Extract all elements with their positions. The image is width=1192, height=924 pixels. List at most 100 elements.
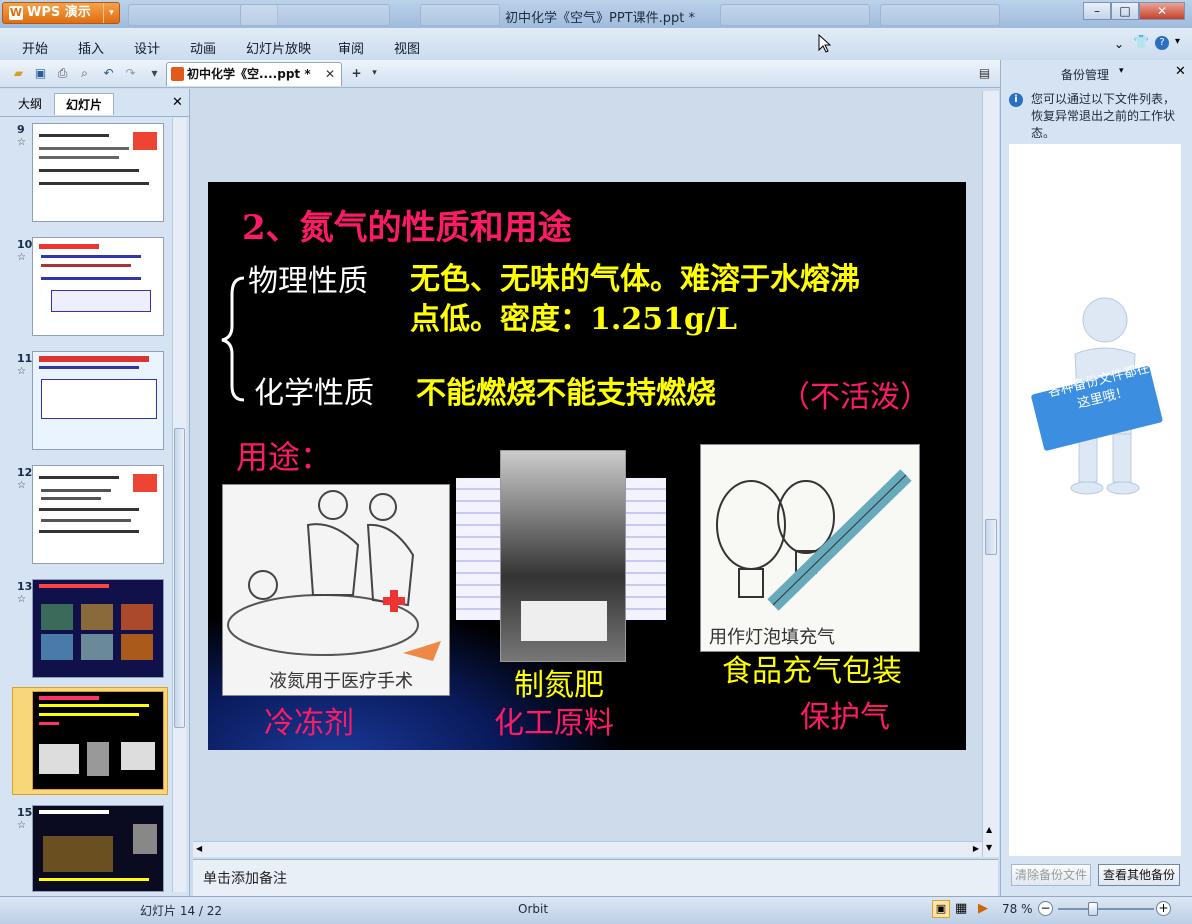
maximize-button[interactable]: □ <box>1111 2 1139 20</box>
menu-slideshow[interactable]: 幻灯片放映 <box>246 38 311 57</box>
chevron-down-icon: ▾ <box>103 3 119 23</box>
background-window-tab <box>880 4 1000 26</box>
tab-slides[interactable]: 幻灯片 <box>54 93 114 115</box>
wps-app-menu-button[interactable]: W WPS 演示 ▾ <box>2 2 120 24</box>
zoom-level: 78 % <box>1002 902 1033 916</box>
background-window-tab <box>240 4 390 26</box>
animation-star-icon: ☆ <box>17 820 26 831</box>
use-3a: 食品充气包装 <box>722 654 902 689</box>
zoom-out-icon[interactable]: − <box>1038 901 1053 916</box>
slide-canvas[interactable]: 2、氮气的性质和用途 物理性质 无色、无味的气体。难溶于水熔沸 点低。密度：1.… <box>208 182 966 750</box>
animation-star-icon: ☆ <box>17 137 26 148</box>
help-icon[interactable]: ? <box>1155 36 1169 50</box>
chevron-left-icon[interactable]: ◀ <box>196 844 202 853</box>
bulbs-illustration <box>716 469 912 611</box>
collapse-ribbon-icon[interactable]: ⌄ <box>1114 37 1124 51</box>
clear-backup-button[interactable]: 清除备份文件 <box>1011 864 1091 886</box>
chevron-right-icon[interactable]: ▶ <box>973 844 979 853</box>
use-label: 用途： <box>236 438 333 476</box>
notes-pane[interactable]: 单击添加备注 <box>193 859 998 896</box>
chevron-down-icon[interactable]: ▾ <box>1175 36 1180 47</box>
chevron-down-icon[interactable]: ▼ <box>986 843 992 852</box>
slide-thumbnail-10[interactable] <box>32 237 164 336</box>
slide-title: 2、氮气的性质和用途 <box>242 208 572 248</box>
menu-bar: 开始 插入 设计 动画 幻灯片放映 审阅 视图 ⌄ 👕 ? ▾ <box>0 28 1192 60</box>
theme-name: Orbit <box>518 902 549 916</box>
backup-file-list[interactable]: 各种备份文件都在这里哦！ <box>1009 144 1181 856</box>
backup-info-text: 您可以通过以下文件列表，恢复异常退出之前的工作状态。 <box>1031 92 1176 140</box>
scroll-thumb[interactable] <box>174 428 185 728</box>
print-icon[interactable]: ⎙ <box>54 65 71 82</box>
zoom-slider[interactable] <box>1058 908 1154 910</box>
zoom-slider-thumb[interactable] <box>1088 902 1098 916</box>
phys-label: 物理性质 <box>248 264 368 299</box>
chevron-up-icon[interactable]: ▲ <box>986 825 992 834</box>
app-name: WPS 演示 <box>27 5 91 20</box>
skin-icon[interactable]: 👕 <box>1133 35 1149 50</box>
close-panel-icon[interactable]: ✕ <box>1175 64 1186 79</box>
surgery-illustration <box>227 490 441 661</box>
menu-view[interactable]: 视图 <box>394 38 420 57</box>
mouse-cursor-icon <box>818 34 832 53</box>
view-other-backups-button[interactable]: 查看其他备份 <box>1098 864 1180 886</box>
use-1: 冷冻剂 <box>264 706 354 741</box>
editor-vertical-scrollbar[interactable]: ▲ ▼ <box>982 91 999 857</box>
close-window-button[interactable]: ✕ <box>1139 2 1185 20</box>
info-icon: i <box>1009 93 1023 107</box>
thumb-number: 15 <box>17 806 33 819</box>
divider <box>0 116 190 117</box>
slide-thumbnail-9[interactable] <box>32 123 164 222</box>
slide-thumbnail-13[interactable] <box>32 579 164 678</box>
close-tab-icon[interactable]: ✕ <box>325 63 335 85</box>
chevron-down-icon[interactable]: ▾ <box>1119 66 1124 76</box>
wps-logo-icon: W <box>9 6 23 20</box>
scroll-thumb[interactable] <box>985 519 997 555</box>
tab-outline[interactable]: 大纲 <box>8 93 52 115</box>
save-icon[interactable]: ▣ <box>32 65 49 82</box>
customize-toolbar-icon[interactable]: ▾ <box>146 65 163 82</box>
print-preview-icon[interactable]: ⌕ <box>76 65 93 82</box>
thumb-number: 11 <box>17 352 33 365</box>
slide-sorter-icon[interactable]: ▦ <box>955 901 967 916</box>
notes-placeholder: 单击添加备注 <box>203 871 287 887</box>
undo-icon[interactable]: ↶ <box>100 65 117 82</box>
slide-thumbnail-15[interactable] <box>32 805 164 892</box>
menu-home[interactable]: 开始 <box>22 38 48 57</box>
doc-tab-label: 初中化学《空....ppt * <box>187 67 311 81</box>
layout-toggle-icon[interactable]: ▤ <box>976 65 993 82</box>
presentation-icon <box>171 67 184 81</box>
zoom-in-icon[interactable]: + <box>1156 901 1171 916</box>
slide-thumbnail-14[interactable] <box>32 691 164 790</box>
redo-icon[interactable]: ↷ <box>122 65 139 82</box>
menu-insert[interactable]: 插入 <box>78 38 104 57</box>
animation-star-icon: ☆ <box>17 366 26 377</box>
status-bar: 幻灯片 14 / 22 Orbit ▣ ▦ ▶ 78 % − + <box>0 896 1192 924</box>
thumbnail-scrollbar[interactable] <box>172 118 186 892</box>
tab-document[interactable]: 初中化学《空....ppt * ✕ <box>166 62 342 86</box>
slideshow-view-icon[interactable]: ▶ <box>978 901 988 916</box>
use-3b: 保护气 <box>800 700 890 735</box>
menu-review[interactable]: 审阅 <box>338 38 364 57</box>
backup-panel-title[interactable]: 备份管理 <box>1061 66 1109 83</box>
chem-note: （不活泼） <box>780 380 930 415</box>
menu-animation[interactable]: 动画 <box>190 38 216 57</box>
brace <box>221 276 245 402</box>
chem-label: 化学性质 <box>254 376 374 411</box>
phys-text-2: 点低。密度：1.251g/L <box>410 302 737 337</box>
chevron-down-icon[interactable]: ▾ <box>366 65 383 82</box>
normal-view-icon[interactable]: ▣ <box>932 900 950 918</box>
open-folder-icon[interactable]: ▰ <box>10 65 27 82</box>
menu-design[interactable]: 设计 <box>134 38 160 57</box>
phys-text-1: 无色、无味的气体。难溶于水熔沸 <box>410 262 860 297</box>
window-title: 初中化学《空气》PPT课件.ppt * <box>505 11 695 26</box>
animation-star-icon: ☆ <box>17 252 26 263</box>
medical-surgery-image: 液氮用于医疗手术 <box>222 484 450 696</box>
slide-thumbnail-12[interactable] <box>32 465 164 564</box>
minimize-button[interactable]: – <box>1083 2 1111 20</box>
light-bulbs-image: 用作灯泡填充气 <box>700 444 920 652</box>
new-tab-icon[interactable]: + <box>348 65 365 82</box>
editor-horizontal-scrollbar[interactable]: ◀ ▶ <box>193 841 982 857</box>
close-panel-icon[interactable]: ✕ <box>172 95 183 110</box>
animation-star-icon: ☆ <box>17 480 26 491</box>
slide-thumbnail-11[interactable] <box>32 351 164 450</box>
